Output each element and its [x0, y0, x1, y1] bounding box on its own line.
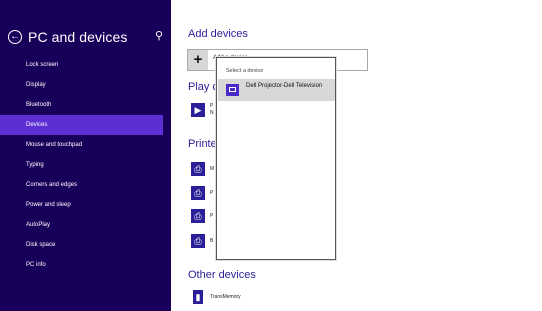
- flyout-device-label: Dell Projector-Dell Television: [246, 83, 323, 89]
- printer-icon[interactable]: ⎙: [191, 186, 205, 200]
- sidebar-item-lock-screen[interactable]: Lock screen: [0, 55, 163, 75]
- select-device-flyout: Select a device Dell Projector-Dell Tele…: [216, 57, 336, 260]
- printer-label-1: M: [210, 166, 215, 172]
- sidebar-header: ← PC and devices ⚲: [8, 27, 163, 47]
- sidebar-title: PC and devices: [28, 29, 128, 45]
- sidebar-item-devices[interactable]: Devices: [0, 115, 163, 135]
- printer-label-2: P: [210, 190, 214, 196]
- sidebar: ← PC and devices ⚲ Lock screen Display B…: [0, 0, 171, 311]
- play-device-text-1: P: [210, 103, 214, 109]
- sidebar-item-pc-info[interactable]: PC info: [0, 255, 163, 275]
- other-devices-heading: Other devices: [188, 269, 256, 281]
- sidebar-item-typing[interactable]: Typing: [0, 155, 163, 175]
- flyout-device-item[interactable]: Dell Projector-Dell Television: [218, 79, 335, 101]
- search-icon[interactable]: ⚲: [155, 29, 163, 42]
- other-device-label: TransMemory: [210, 294, 241, 300]
- projector-icon[interactable]: ▶: [191, 103, 205, 117]
- add-devices-heading: Add devices: [188, 28, 248, 40]
- projector-icon: [226, 84, 239, 96]
- sidebar-item-corners-edges[interactable]: Corners and edges: [0, 175, 163, 195]
- printer-icon[interactable]: ⎙: [191, 209, 205, 223]
- printer-label-4: B: [210, 238, 214, 244]
- sidebar-item-display[interactable]: Display: [0, 75, 163, 95]
- printer-icon[interactable]: ⎙: [191, 162, 205, 176]
- printer-icon[interactable]: ⎙: [191, 234, 205, 248]
- sidebar-item-disk-space[interactable]: Disk space: [0, 235, 163, 255]
- play-device-text-2: N: [210, 110, 214, 116]
- play-devices-heading: Play d: [188, 81, 219, 93]
- sidebar-item-bluetooth[interactable]: Bluetooth: [0, 95, 163, 115]
- sidebar-item-power-sleep[interactable]: Power and sleep: [0, 195, 163, 215]
- plus-icon: +: [188, 50, 208, 70]
- sidebar-item-autoplay[interactable]: AutoPlay: [0, 215, 163, 235]
- back-arrow-icon[interactable]: ←: [8, 30, 22, 44]
- flyout-title: Select a device: [226, 68, 264, 74]
- printer-label-3: P: [210, 213, 214, 219]
- usb-drive-icon[interactable]: ▮: [193, 290, 203, 304]
- sidebar-item-mouse-touchpad[interactable]: Mouse and touchpad: [0, 135, 163, 155]
